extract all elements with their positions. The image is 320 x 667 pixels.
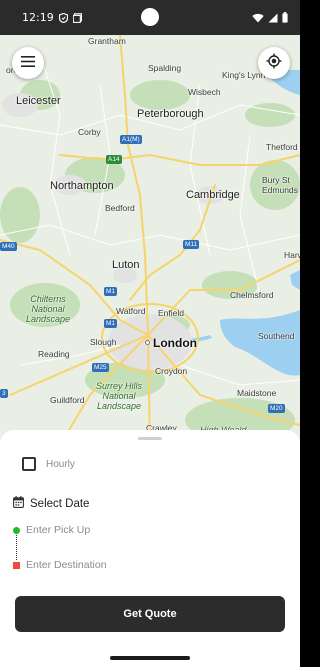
place-label: Croydon xyxy=(155,366,188,376)
road-badge: M1 xyxy=(104,319,118,328)
wifi-icon xyxy=(252,13,264,23)
shield-icon xyxy=(58,12,68,23)
place-label: Surrey Hills National Landscape xyxy=(96,381,143,411)
home-gesture-pill[interactable] xyxy=(110,656,190,660)
place-label: Peterborough xyxy=(137,108,204,120)
place-label: Spalding xyxy=(148,63,182,73)
calendar-icon xyxy=(13,495,24,513)
pickup-placeholder: Enter Pick Up xyxy=(26,524,91,536)
place-label: Harwi xyxy=(284,250,300,260)
my-location-icon xyxy=(266,53,282,74)
destination-placeholder: Enter Destination xyxy=(26,559,107,571)
battery-icon xyxy=(282,12,288,23)
road-badge: M20 xyxy=(268,404,285,413)
select-date-label: Select Date xyxy=(30,498,90,510)
place-label: Cambridge xyxy=(186,189,240,201)
signal-icon xyxy=(268,13,278,23)
route-connector-line xyxy=(16,535,17,560)
place-label: Leicester xyxy=(16,95,61,107)
pickup-field[interactable]: Enter Pick Up xyxy=(13,524,90,536)
place-label: Chelmsford xyxy=(230,290,274,300)
road-badge: A1(M) xyxy=(120,135,142,144)
get-quote-button[interactable]: Get Quote xyxy=(15,596,285,632)
place-label: Enfield xyxy=(158,308,184,318)
destination-marker-icon xyxy=(13,561,20,569)
place-label: Slough xyxy=(90,337,117,347)
place-label: Grantham xyxy=(88,36,126,46)
place-label: Corby xyxy=(78,127,101,137)
place-label: Bury St Edmunds xyxy=(262,175,298,195)
hamburger-menu-icon xyxy=(21,54,35,72)
road-badge: M1 xyxy=(104,287,118,296)
status-left: 12:19 xyxy=(22,11,82,24)
road-badge: A14 xyxy=(106,155,122,164)
place-label: Thetford xyxy=(266,142,298,152)
booking-sheet: Hourly Select Date Enter Pick Up Enter D… xyxy=(0,430,300,652)
place-label: Bedford xyxy=(105,203,135,213)
hourly-label: Hourly xyxy=(46,458,75,470)
road-badge: M25 xyxy=(92,363,109,372)
pickup-marker-icon xyxy=(13,526,20,534)
road-badge: 3 xyxy=(0,389,8,398)
place-label: King's Lynn xyxy=(222,70,266,80)
menu-button[interactable] xyxy=(12,47,44,79)
hourly-option[interactable]: Hourly xyxy=(22,457,75,471)
place-label: Reading xyxy=(38,349,70,359)
place-label: Watford xyxy=(116,306,146,316)
road-badge: M40 xyxy=(0,242,17,251)
place-label: Luton xyxy=(112,259,140,271)
front-camera xyxy=(141,8,159,26)
select-date-field[interactable]: Select Date xyxy=(13,495,89,513)
status-time: 12:19 xyxy=(22,11,54,24)
hourly-checkbox[interactable] xyxy=(22,457,36,471)
place-label: Maidstone xyxy=(237,388,277,398)
place-label: London xyxy=(153,336,197,350)
place-label: Guildford xyxy=(50,395,85,405)
london-marker xyxy=(145,340,150,345)
place-label: Wisbech xyxy=(188,87,221,97)
map-view[interactable]: Grantham orough Spalding King's Lynn Wis… xyxy=(0,35,300,445)
locate-me-button[interactable] xyxy=(258,47,290,79)
place-label: Northampton xyxy=(50,180,114,192)
sim-card-icon xyxy=(72,12,82,23)
status-right xyxy=(252,12,288,23)
sheet-drag-handle[interactable] xyxy=(138,437,162,440)
place-label: Southend xyxy=(258,331,295,341)
status-bar: 12:19 xyxy=(0,0,300,35)
place-label: Chilterns National Landscape xyxy=(26,294,71,324)
road-badge: M11 xyxy=(183,240,200,249)
destination-field[interactable]: Enter Destination xyxy=(13,559,107,571)
system-nav-bar xyxy=(0,652,300,667)
